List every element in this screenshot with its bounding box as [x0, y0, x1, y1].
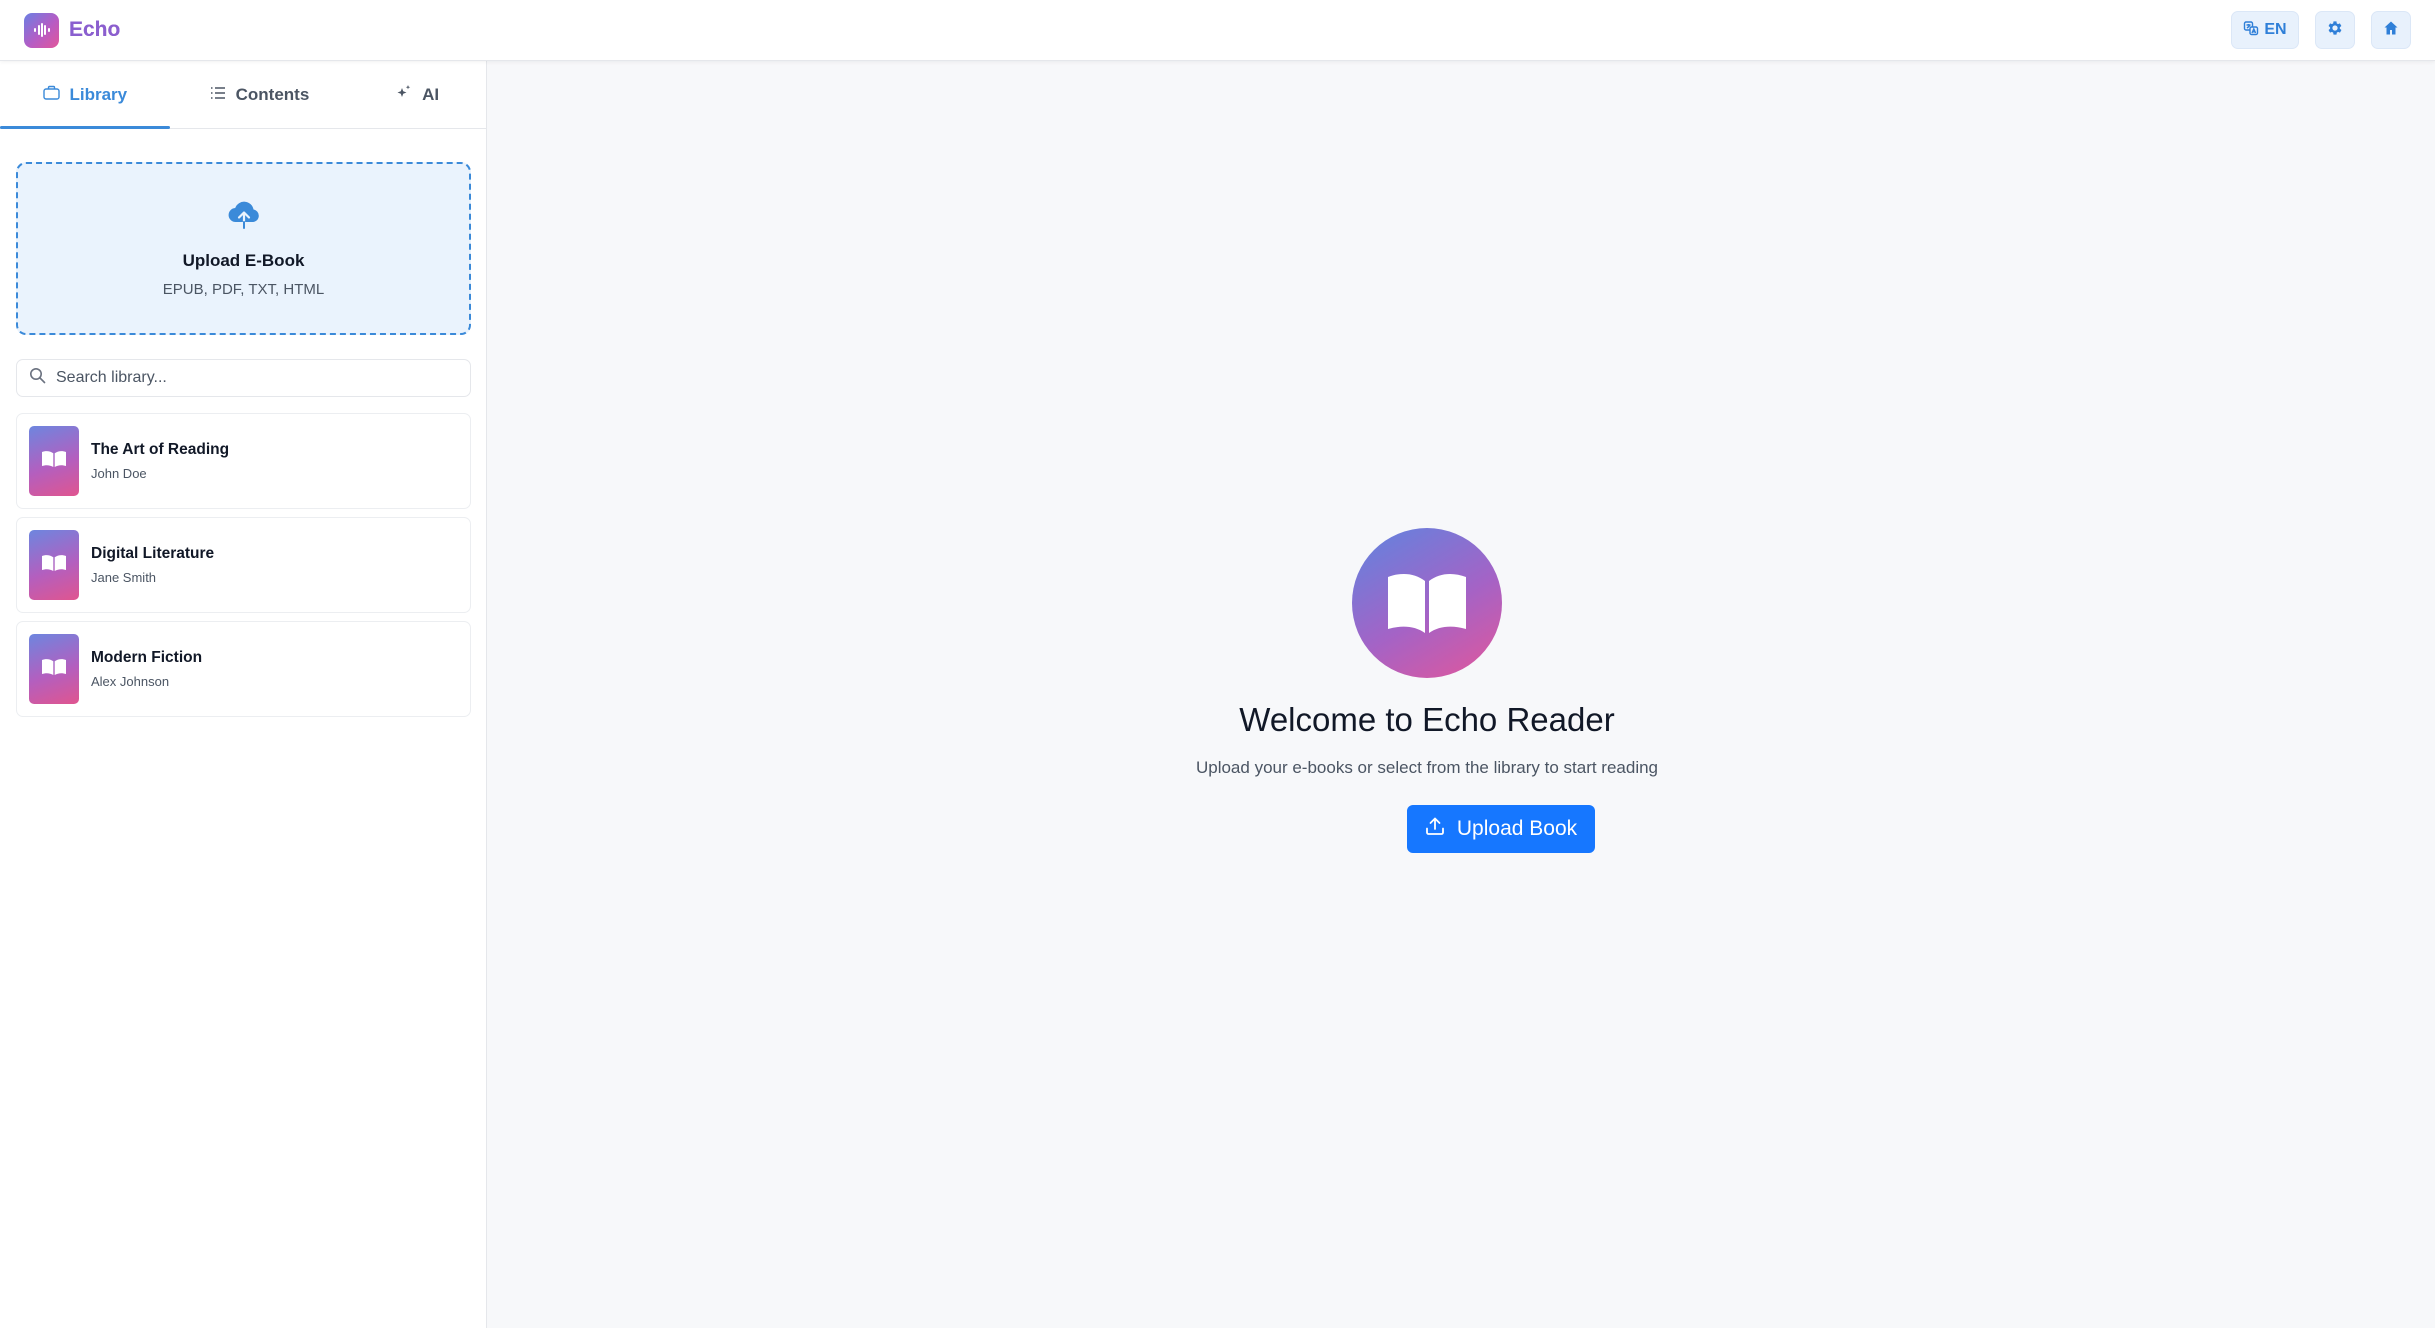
upload-dropzone[interactable]: Upload E-Book EPUB, PDF, TXT, HTML: [16, 162, 471, 335]
book-author: Alex Johnson: [91, 674, 170, 689]
app-name: Echo: [69, 18, 121, 41]
home-button[interactable]: [2371, 11, 2411, 49]
header-actions: EN: [2231, 11, 2411, 49]
book-info: Digital Literature Jane Smith: [91, 545, 214, 585]
book-cover: [29, 634, 79, 704]
book-title: Digital Literature: [91, 545, 215, 562]
tab-ai-label: AI: [422, 84, 440, 104]
book-open-icon: [41, 449, 67, 474]
tab-library[interactable]: Library: [0, 61, 170, 129]
app-logo-icon: [24, 12, 59, 48]
book-author: John Doe: [91, 466, 147, 481]
tab-contents[interactable]: Contents: [170, 61, 350, 128]
welcome-book-icon: [1352, 528, 1502, 678]
main-content: Welcome to Echo Reader Upload your e-boo…: [487, 61, 2435, 1328]
home-icon: [2383, 20, 2399, 41]
book-open-icon: [41, 553, 67, 578]
briefcase-icon: [42, 85, 60, 105]
search-icon: [29, 367, 46, 389]
welcome-title: Welcome to Echo Reader: [1239, 701, 1615, 738]
book-title: Modern Fiction: [91, 649, 203, 666]
tab-library-label: Library: [69, 84, 128, 104]
language-label: EN: [2264, 21, 2287, 38]
tab-ai[interactable]: AI: [349, 61, 486, 128]
upload-title: Upload E-Book: [182, 250, 305, 270]
gear-icon: [2326, 19, 2344, 42]
book-item[interactable]: The Art of Reading John Doe: [16, 413, 471, 509]
upload-icon: [1425, 816, 1445, 842]
book-info: Modern Fiction Alex Johnson: [91, 649, 202, 689]
book-cover: [29, 426, 79, 496]
book-cover: [29, 530, 79, 600]
book-open-icon: [41, 657, 67, 682]
cloud-upload-icon: [227, 200, 261, 235]
sidebar-tabs: Library Contents AI: [0, 61, 486, 129]
top-header: Echo EN: [0, 0, 2435, 61]
book-item[interactable]: Modern Fiction Alex Johnson: [16, 621, 471, 717]
list-icon: [210, 85, 226, 105]
tab-contents-label: Contents: [235, 84, 310, 104]
search-input[interactable]: [56, 369, 456, 387]
app-root: Echo EN Library Contents AI Upload E-Boo…: [0, 0, 2435, 1328]
sparkle-icon: [396, 84, 412, 105]
book-item[interactable]: Digital Literature Jane Smith: [16, 517, 471, 613]
translate-icon: [2243, 20, 2259, 41]
book-author: Jane Smith: [91, 570, 157, 585]
upload-book-button[interactable]: Upload Book: [1407, 805, 1595, 853]
sidebar: Library Contents AI Upload E-Book EPUB, …: [0, 61, 487, 1328]
library-search: [16, 359, 471, 397]
upload-book-label: Upload Book: [1456, 817, 1578, 840]
language-button[interactable]: EN: [2231, 11, 2299, 49]
upload-formats: EPUB, PDF, TXT, HTML: [162, 280, 325, 298]
book-title: The Art of Reading: [91, 441, 230, 458]
book-info: The Art of Reading John Doe: [91, 441, 229, 481]
brand[interactable]: Echo: [24, 12, 121, 48]
settings-button[interactable]: [2315, 11, 2355, 49]
welcome-subtitle: Upload your e-books or select from the l…: [1195, 758, 1659, 777]
